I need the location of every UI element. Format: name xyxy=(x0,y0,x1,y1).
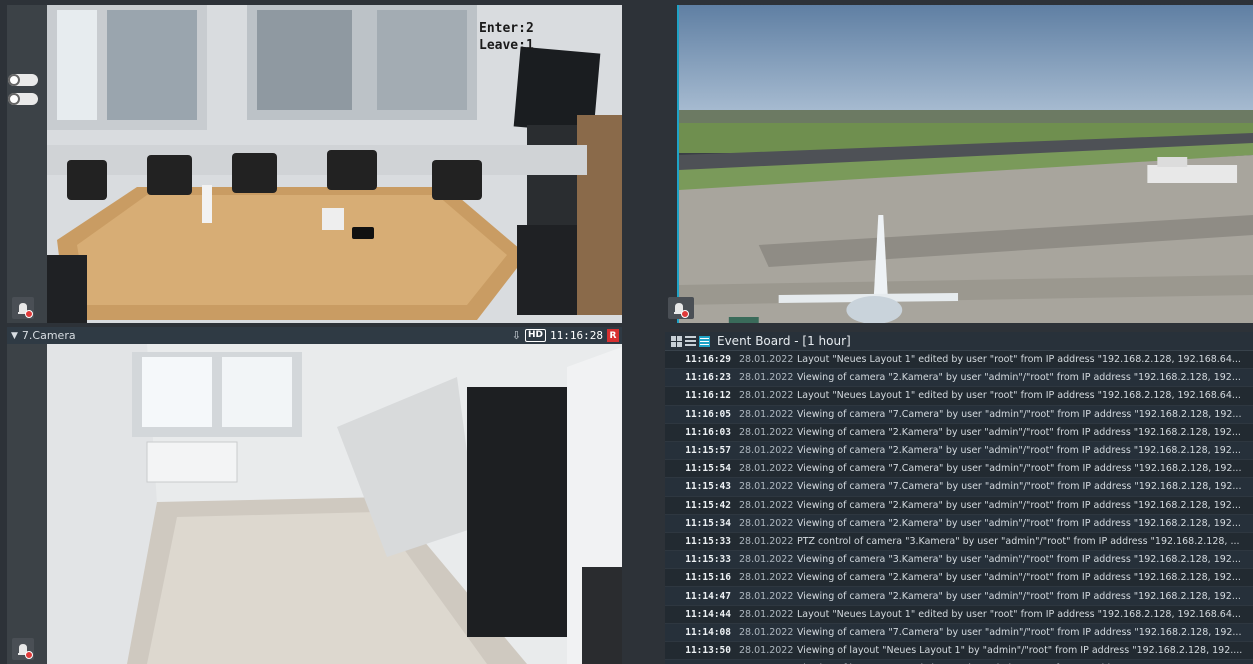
toggle-icon[interactable] xyxy=(8,93,38,105)
camera-alarm-icon[interactable] xyxy=(12,297,34,319)
airport-video xyxy=(679,5,1253,323)
event-row[interactable]: 11:15:54 28.01.2022 Viewing of camera "7.C… xyxy=(665,460,1253,479)
event-message: Viewing of layout "Neues Layout 1" by "a… xyxy=(797,645,1243,657)
event-date: 28.01.2022 xyxy=(739,499,794,511)
event-board-title: Event Board - [1 hour] xyxy=(717,334,851,348)
event-message: Viewing of camera "2.Kamera" by user "ad… xyxy=(797,572,1241,584)
event-date: 28.01.2022 xyxy=(739,590,794,602)
event-time: 11:15:57 xyxy=(685,445,731,457)
camera-tile-staircase[interactable]: ▼ 7.Camera ⇩ HD 11:16:28 R xyxy=(7,327,622,664)
event-row[interactable]: 11:13:50 28.01.2022 Viewing of layout "Neu… xyxy=(665,642,1253,661)
record-badge[interactable]: R xyxy=(607,329,619,342)
event-board: Event Board - [1 hour] 11:16:29 28.01.202… xyxy=(665,332,1253,664)
toggle-icon[interactable] xyxy=(8,74,38,86)
event-message: Viewing of camera "2.Kamera" by user "ad… xyxy=(797,590,1241,602)
event-time: 11:14:08 xyxy=(685,626,731,638)
event-time: 11:15:16 xyxy=(685,572,731,584)
event-row[interactable]: 11:15:57 28.01.2022 Viewing of camera "2.K… xyxy=(665,441,1253,461)
event-time: 11:15:42 xyxy=(685,499,731,511)
event-message: Layout "Neues Layout 1" edited by user "… xyxy=(797,390,1241,402)
event-message: Viewing of camera "2.Kamera" by user "ad… xyxy=(797,499,1241,511)
event-message: Layout "Neues Layout 1" edited by user "… xyxy=(797,608,1241,620)
camera-alarm-icon[interactable] xyxy=(12,638,34,660)
event-time: 11:14:47 xyxy=(685,590,731,602)
event-row[interactable]: 11:16:12 28.01.2022 Layout "Neues Layout 1… xyxy=(665,387,1253,406)
event-message: Layout "Neues Layout 1" edited by user "… xyxy=(797,354,1241,366)
event-time: 11:14:44 xyxy=(685,608,731,620)
camera-time: 11:16:28 xyxy=(550,329,603,342)
event-date: 28.01.2022 xyxy=(739,463,794,475)
event-date: 28.01.2022 xyxy=(739,608,794,620)
surveillance-workspace: Enter:2 Leave:1 ▼ 7.Camera ⇩ HD 11:16:28… xyxy=(0,0,1253,664)
ptz-arrow-icon[interactable]: ⇩ xyxy=(512,329,521,342)
event-row[interactable]: 11:16:05 28.01.2022 Viewing of camera "7.C… xyxy=(665,405,1253,424)
hd-badge[interactable]: HD xyxy=(525,329,547,342)
camera-name: 7.Camera xyxy=(21,329,76,342)
event-date: 28.01.2022 xyxy=(739,445,794,457)
event-date: 28.01.2022 xyxy=(739,408,794,420)
event-message: Viewing of camera "7.Camera" by user "ad… xyxy=(797,481,1242,493)
event-row[interactable]: 11:15:16 28.01.2022 Viewing of camera "2.K… xyxy=(665,569,1253,588)
camera-header: ▼ 7.Camera ⇩ HD 11:16:28 R xyxy=(7,327,622,344)
event-board-header: Event Board - [1 hour] xyxy=(665,332,1253,351)
event-row[interactable]: 11:15:42 28.01.2022 Viewing of camera "2.K… xyxy=(665,496,1253,515)
event-date: 28.01.2022 xyxy=(739,626,794,638)
event-date: 28.01.2022 xyxy=(739,426,794,438)
event-message: PTZ control of camera "3.Kamera" by user… xyxy=(797,535,1240,547)
event-time: 11:15:33 xyxy=(685,535,731,547)
event-row[interactable]: 11:16:29 28.01.2022 Layout "Neues Layout 1… xyxy=(665,351,1253,370)
list-view-icon[interactable] xyxy=(699,335,710,347)
event-date: 28.01.2022 xyxy=(739,517,794,529)
event-message: Viewing of camera "3.Kamera" by user "ad… xyxy=(797,554,1241,566)
event-time: 11:16:29 xyxy=(685,354,731,366)
event-time: 11:15:33 xyxy=(685,554,731,566)
event-date: 28.01.2022 xyxy=(739,354,794,366)
event-message: Viewing of camera "7.Camera" by user "ad… xyxy=(797,626,1242,638)
event-date: 28.01.2022 xyxy=(739,554,794,566)
event-row[interactable]: 11:14:47 28.01.2022 Viewing of camera "2.K… xyxy=(665,587,1253,606)
event-time: 11:16:12 xyxy=(685,390,731,402)
event-date: 28.01.2022 xyxy=(739,645,794,657)
grid-view-icon[interactable] xyxy=(671,335,682,347)
camera-tile-meeting-room[interactable]: Enter:2 Leave:1 xyxy=(7,5,622,323)
event-row[interactable]: 11:16:03 28.01.2022 Viewing of camera "2.K… xyxy=(665,423,1253,442)
event-message: Viewing of camera "7.Camera" by user "ad… xyxy=(797,408,1242,420)
event-row[interactable]: 11:16:23 28.01.2022 Viewing of camera "2.K… xyxy=(665,369,1253,388)
event-date: 28.01.2022 xyxy=(739,572,794,584)
camera-alarm-icon[interactable] xyxy=(668,297,690,319)
event-time: 11:16:03 xyxy=(685,426,731,438)
camera-menu-icon[interactable]: ▼ xyxy=(11,331,18,341)
event-message: Viewing of camera "2.Kamera" by user "ad… xyxy=(797,426,1241,438)
event-time: 11:15:34 xyxy=(685,517,731,529)
event-message: Viewing of camera "2.Kamera" by user "ad… xyxy=(797,517,1241,529)
event-row[interactable]: 11:15:43 28.01.2022 Viewing of camera "7.C… xyxy=(665,478,1253,497)
event-row[interactable]: 11:15:33 28.01.2022 PTZ control of camera … xyxy=(665,532,1253,552)
event-time: 11:15:54 xyxy=(685,463,731,475)
event-time: 11:16:23 xyxy=(685,372,731,384)
event-list: 11:16:29 28.01.2022 Layout "Neues Layout 1… xyxy=(665,351,1253,664)
event-message: Viewing of camera "2.Kamera" by user "ad… xyxy=(797,372,1241,384)
event-message: Viewing of camera "2.Kamera" by user "ad… xyxy=(797,445,1241,457)
event-row[interactable]: 11:15:34 28.01.2022 Viewing of camera "2.K… xyxy=(665,514,1253,533)
list-view-icon[interactable] xyxy=(685,335,696,347)
event-row[interactable]: 11:14:08 28.01.2022 Viewing of camera "7.C… xyxy=(665,623,1253,642)
camera-tile-airport[interactable] xyxy=(677,5,1253,323)
event-date: 28.01.2022 xyxy=(739,390,794,402)
event-row[interactable]: 11:13:4928.01.2022Viewing of layout "Dyn… xyxy=(665,660,1253,664)
event-message: Viewing of camera "7.Camera" by user "ad… xyxy=(797,463,1242,475)
counter-enter: Enter:2 xyxy=(479,21,534,36)
event-date: 28.01.2022 xyxy=(739,535,794,547)
event-date: 28.01.2022 xyxy=(739,481,794,493)
counter-leave: Leave:1 xyxy=(479,38,534,53)
event-date: 28.01.2022 xyxy=(739,372,794,384)
event-row[interactable]: 11:14:44 28.01.2022 Layout "Neues Layout 1… xyxy=(665,605,1253,624)
event-time: 11:13:50 xyxy=(685,645,731,657)
event-row[interactable]: 11:15:33 28.01.2022 Viewing of camera "3.K… xyxy=(665,551,1253,570)
event-time: 11:15:43 xyxy=(685,481,731,493)
event-time: 11:16:05 xyxy=(685,408,731,420)
staircase-video xyxy=(7,344,622,664)
